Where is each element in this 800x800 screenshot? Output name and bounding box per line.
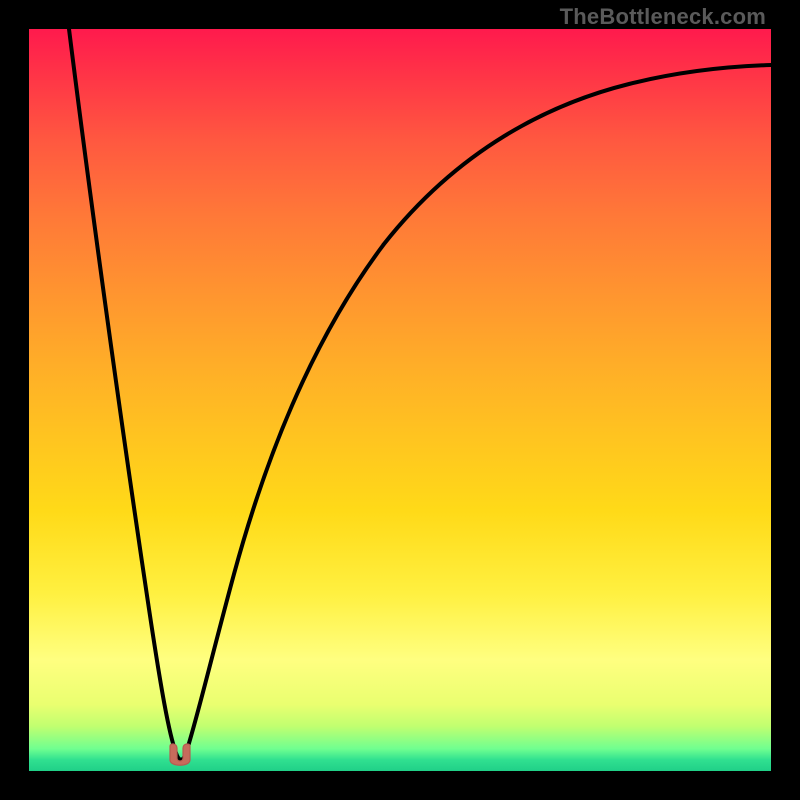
bottleneck-curve <box>29 29 771 771</box>
plot-frame <box>29 29 771 771</box>
watermark-text: TheBottleneck.com <box>560 4 766 30</box>
curve-left-branch <box>69 29 176 753</box>
curve-right-branch <box>186 65 771 753</box>
